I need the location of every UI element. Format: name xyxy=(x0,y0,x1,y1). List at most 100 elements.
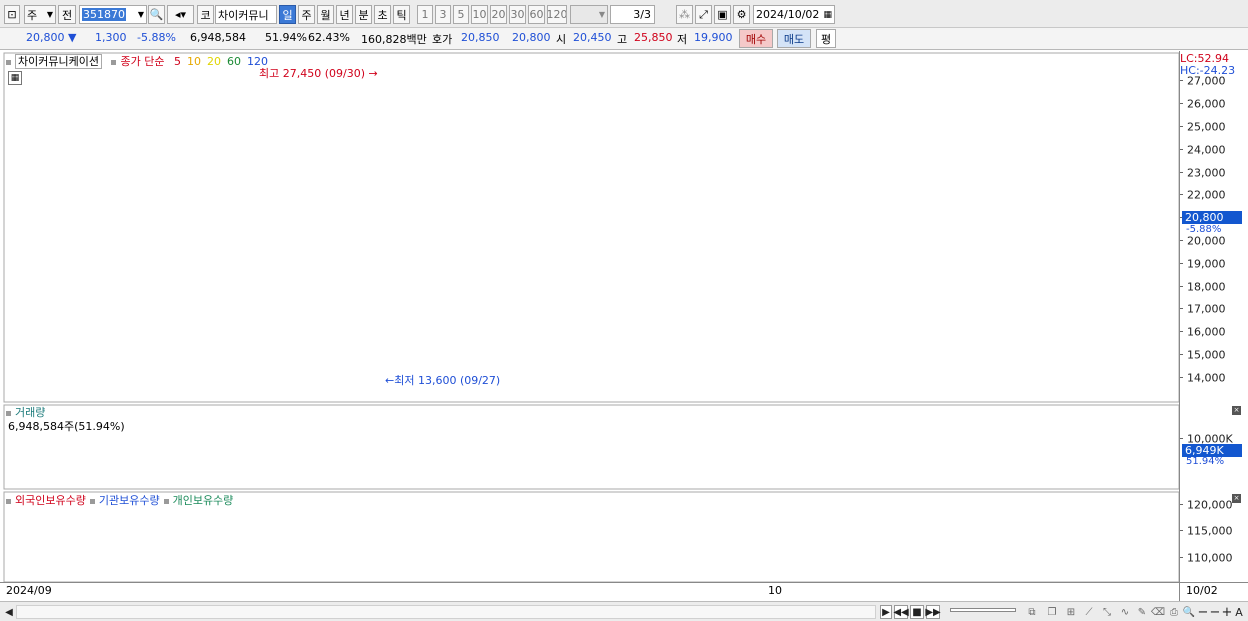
hoga-bid: 20,800 xyxy=(512,31,551,44)
y-tick-label: 120,000 xyxy=(1187,499,1233,512)
stock-name-label[interactable]: 차이커뮤니케이션 xyxy=(15,54,102,69)
x-axis-left-label: 2024/09 xyxy=(6,584,52,597)
chevron-down-icon: ▼ xyxy=(598,10,605,19)
panel-close-icon[interactable]: × xyxy=(1232,406,1241,415)
table-icon[interactable]: ▦ xyxy=(8,71,22,85)
down-arrow-icon: ▼ xyxy=(68,31,77,44)
y-tick-label: 19,000 xyxy=(1187,258,1226,271)
y-tick-label: 14,000 xyxy=(1187,372,1226,385)
tab-period-6[interactable]: 틱 xyxy=(393,5,410,24)
y-tick-label: 110,000 xyxy=(1187,552,1233,565)
pen-icon[interactable]: ✎ xyxy=(1134,605,1150,619)
hoga-ask: 20,850 xyxy=(461,31,500,44)
last-pct-label: -5.88% xyxy=(1186,224,1222,235)
eraser-icon[interactable]: ⌫ xyxy=(1150,605,1166,619)
high-label: 고 xyxy=(617,33,628,46)
zoom-icon[interactable]: 🔍 xyxy=(1182,605,1196,619)
panel-close-icon[interactable]: × xyxy=(1232,494,1241,503)
open-label: 시 xyxy=(556,33,567,46)
line-tool-icon[interactable]: ⟋ xyxy=(1080,605,1098,619)
ma-period-5: 5 xyxy=(173,55,181,68)
last-price-badge: 20,800 xyxy=(1182,211,1242,224)
holding-legend: 외국인보유수량 기관보유수량 개인보유수량 xyxy=(6,492,233,508)
zoom-in-icon[interactable]: + xyxy=(1221,605,1233,620)
scroll-track[interactable] xyxy=(16,605,876,619)
low-price: 19,900 xyxy=(694,31,733,44)
period-type-select[interactable]: 주 ▼ xyxy=(24,5,56,24)
volume-value: 6,948,584주(51.94%) xyxy=(8,420,125,433)
tab-period-4[interactable]: 분 xyxy=(355,5,372,24)
tab-period-0[interactable]: 일 xyxy=(279,5,296,24)
avg-button[interactable]: 평 xyxy=(816,29,836,48)
print-icon[interactable]: ⎙ xyxy=(1166,605,1182,619)
tab-period-5[interactable]: 초 xyxy=(374,5,391,24)
open-price: 20,450 xyxy=(573,31,612,44)
auto-scale-icon[interactable]: A xyxy=(1233,605,1245,619)
speaker-icon[interactable]: ◂▾ xyxy=(167,5,194,24)
tab-interval-10[interactable]: 10 xyxy=(471,5,488,24)
fast-forward-icon[interactable]: ▶▶ xyxy=(925,605,941,619)
stock-code-input[interactable]: 351870 ▼ xyxy=(79,5,147,24)
scroll-left-icon[interactable]: ◀ xyxy=(4,605,14,619)
current-price: 20,800 ▼ xyxy=(26,31,77,44)
y-tick-label: 26,000 xyxy=(1187,98,1226,111)
layout-icon[interactable]: ⊡ xyxy=(4,5,20,24)
tile-icon[interactable]: ⧉ xyxy=(1022,605,1042,619)
tab-period-1[interactable]: 주 xyxy=(298,5,315,24)
price-panel-header: 차이커뮤니케이션 종가 단순 5 10 20 60 120 xyxy=(6,53,268,69)
jeon-button[interactable]: 전 xyxy=(58,5,76,24)
tab-interval-60[interactable]: 60 xyxy=(528,5,545,24)
zoom-out-icon[interactable]: − xyxy=(1197,605,1209,620)
volume: 6,948,584 xyxy=(190,31,246,44)
calendar-icon: ▦ xyxy=(823,9,832,20)
search-icon[interactable]: 🔍 xyxy=(148,5,165,24)
x-axis-mid-label: 10 xyxy=(768,584,782,597)
turnover: 62.43% xyxy=(308,31,350,44)
tab-interval-30[interactable]: 30 xyxy=(509,5,526,24)
holding-legend-item-0[interactable]: 외국인보유수량 xyxy=(15,494,86,507)
low-label: 저 xyxy=(677,33,688,46)
chart-type-icon[interactable]: ⁂ xyxy=(676,5,693,24)
y-tick-label: 24,000 xyxy=(1187,144,1226,157)
buy-button[interactable]: 매수 xyxy=(739,29,773,48)
holding-legend-item-2[interactable]: 개인보유수량 xyxy=(173,494,234,507)
tab-interval-120[interactable]: 120 xyxy=(547,5,567,24)
wave-tool-icon[interactable]: ∿ xyxy=(1116,605,1134,619)
chart-area[interactable]: 14,000 15,000 16,000 17,000 18,000 19,000 20,0… xyxy=(0,51,1248,601)
panel-frames xyxy=(0,51,1248,601)
ma-label: 종가 단순 xyxy=(120,55,165,68)
interval-select[interactable]: ▼ xyxy=(570,5,608,24)
y-tick-label: 18,000 xyxy=(1187,281,1226,294)
sell-button[interactable]: 매도 xyxy=(777,29,811,48)
tab-period-3[interactable]: 년 xyxy=(336,5,353,24)
bottom-scrollbar: ◀ ▶ ◀◀ ■ ▶▶ ⧉ ❐ ⊞ ⟋ ⤡ ∿ ✎ ⌫ ⎙ 🔍 − − + A xyxy=(0,601,1248,621)
tab-interval-3[interactable]: 3 xyxy=(435,5,451,24)
high-price: 25,850 xyxy=(634,31,673,44)
zoom-minus-icon[interactable]: − xyxy=(1209,605,1221,620)
stock-name-field[interactable]: 차이커뮤니 xyxy=(215,5,277,24)
grid-icon[interactable]: ⊞ xyxy=(1062,605,1080,619)
count-field[interactable]: 3/3 xyxy=(610,5,655,24)
tab-period-2[interactable]: 월 xyxy=(317,5,334,24)
speed-slider[interactable] xyxy=(950,608,1016,612)
market-kind-button[interactable]: 코 xyxy=(197,5,214,24)
copy-icon[interactable]: ❐ xyxy=(1042,605,1062,619)
panel-frame-1 xyxy=(3,404,1180,490)
save-icon[interactable]: ▣ xyxy=(714,5,731,24)
play-icon[interactable]: ▶ xyxy=(880,605,892,619)
rewind-icon[interactable]: ◀◀ xyxy=(893,605,909,619)
tab-interval-20[interactable]: 20 xyxy=(490,5,507,24)
tab-interval-1[interactable]: 1 xyxy=(417,5,433,24)
last-volume-pct: 51.94% xyxy=(1186,456,1225,467)
tab-interval-5[interactable]: 5 xyxy=(453,5,469,24)
price-change: 1,300 xyxy=(95,31,127,44)
crosshair-icon[interactable]: ⤢ xyxy=(695,5,712,24)
trend-tool-icon[interactable]: ⤡ xyxy=(1098,605,1116,619)
gear-icon[interactable]: ⚙ xyxy=(733,5,750,24)
y-tick-label: 16,000 xyxy=(1187,326,1226,339)
holding-legend-item-1[interactable]: 기관보유수량 xyxy=(99,494,160,507)
stop-icon[interactable]: ■ xyxy=(910,605,924,619)
date-field[interactable]: 2024/10/02 ▦ xyxy=(753,5,835,24)
ma-periods: 5 10 20 60 120 xyxy=(168,55,268,68)
arrow-left-icon: ← xyxy=(385,374,395,387)
